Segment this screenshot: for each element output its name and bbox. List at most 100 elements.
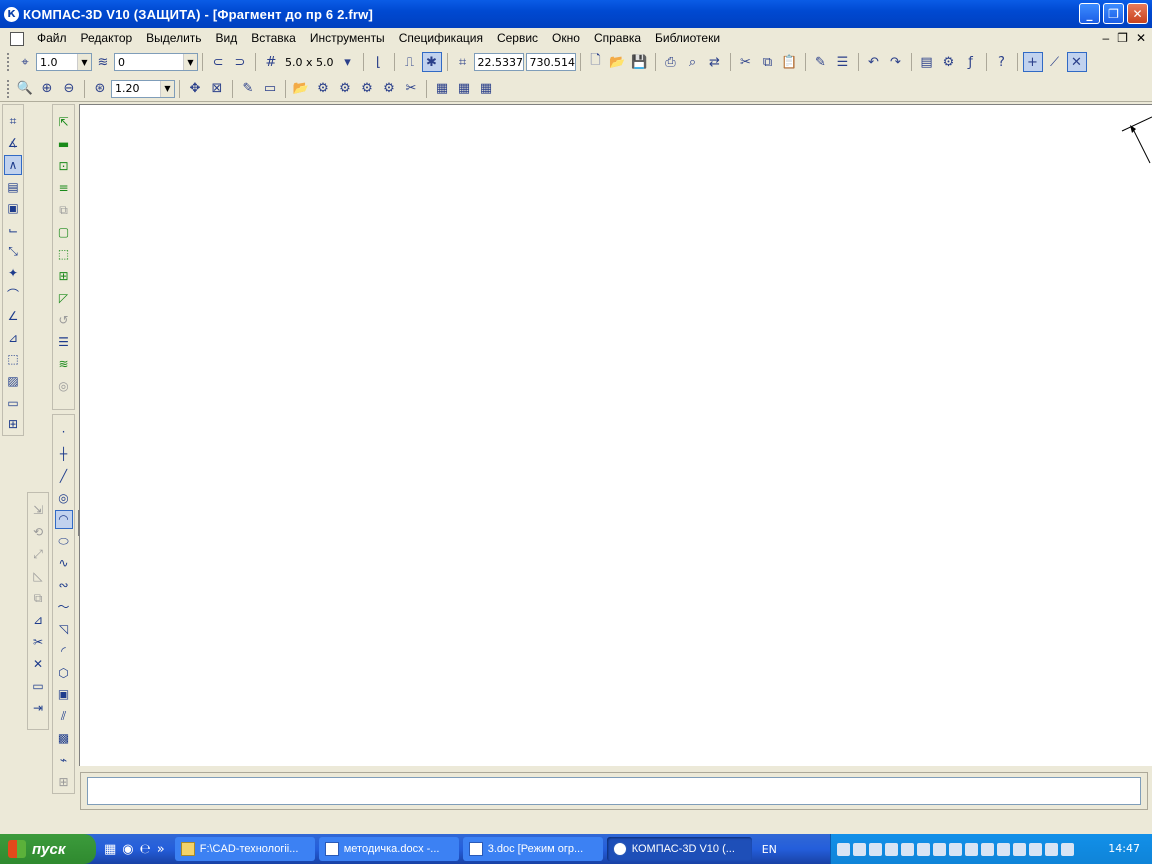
stamp-2-icon[interactable]: ▦: [454, 79, 474, 99]
measure-points-icon[interactable]: ✦: [4, 263, 22, 283]
export-icon[interactable]: ⇄: [705, 52, 725, 72]
measure-distance-icon[interactable]: ⤡: [4, 242, 22, 262]
symmetry-icon[interactable]: ≡: [55, 178, 73, 198]
fillet-icon[interactable]: ↺: [55, 310, 73, 330]
redo-icon[interactable]: ↷: [886, 52, 906, 72]
menu-view[interactable]: Вид: [209, 28, 245, 49]
menu-editor[interactable]: Редактор: [74, 28, 140, 49]
mirror-icon[interactable]: ◺: [29, 566, 47, 586]
hatch-lines-icon[interactable]: ⫽: [55, 706, 73, 726]
library-open-icon[interactable]: 📂: [291, 79, 311, 99]
tray-icon[interactable]: [917, 842, 930, 856]
aux-line-icon[interactable]: ┼: [55, 444, 73, 464]
snap-magnet-icon[interactable]: ⊂: [208, 52, 228, 72]
tools-icon[interactable]: ✂: [401, 79, 421, 99]
collect-contour-icon[interactable]: ⊞: [55, 772, 73, 792]
tray-icon[interactable]: [869, 842, 882, 856]
parametrize-panel-icon[interactable]: ▣: [4, 198, 22, 218]
coord-x-field[interactable]: 22.5337: [473, 53, 524, 71]
stamp-3-icon[interactable]: ▦: [476, 79, 496, 99]
layer-field[interactable]: 0 ▼: [114, 53, 198, 71]
nurbs-icon[interactable]: ∾: [55, 575, 73, 595]
measure-area-icon[interactable]: ⬚: [4, 350, 22, 370]
tray-icon[interactable]: [965, 842, 978, 856]
layers-icon[interactable]: ≋: [93, 52, 113, 72]
properties-icon[interactable]: ☰: [833, 52, 853, 72]
round-icon[interactable]: ⟋: [1045, 52, 1065, 72]
tray-icon[interactable]: [949, 842, 962, 856]
help-icon[interactable]: ?: [992, 52, 1012, 72]
deform-op-icon[interactable]: ⊿: [29, 610, 47, 630]
menu-libraries[interactable]: Библиотеки: [648, 28, 727, 49]
tray-icon[interactable]: [1013, 842, 1026, 856]
refresh-icon[interactable]: ✎: [238, 79, 258, 99]
mass-properties-icon[interactable]: ▨: [4, 371, 22, 391]
deform-icon[interactable]: ▢: [55, 222, 73, 242]
measure-curve-icon[interactable]: ⌒: [4, 285, 22, 305]
geometry-panel-icon[interactable]: ⌗: [4, 112, 22, 132]
menu-insert[interactable]: Вставка: [244, 28, 303, 49]
more-chevron-icon[interactable]: »: [157, 842, 165, 857]
local-cs-icon[interactable]: ⌊: [369, 52, 389, 72]
language-indicator[interactable]: EN: [762, 843, 777, 856]
chevron-down-icon[interactable]: ▾: [338, 52, 358, 72]
intersection-icon[interactable]: ✕: [1066, 52, 1087, 72]
menu-specification[interactable]: Спецификация: [392, 28, 490, 49]
library-tool-2-icon[interactable]: ⚙: [335, 79, 355, 99]
menu-file[interactable]: Файл: [30, 28, 74, 49]
tray-icon[interactable]: [853, 842, 866, 856]
zoom-in-icon[interactable]: ⊕: [37, 79, 57, 99]
task-word-1[interactable]: методичка.docx -...: [318, 837, 459, 861]
chamfer-icon[interactable]: ◹: [55, 619, 73, 639]
menu-help[interactable]: Справка: [587, 28, 648, 49]
scale-op-icon[interactable]: ⤢: [29, 544, 47, 564]
mdi-restore-icon[interactable]: ❐: [1117, 28, 1128, 49]
tray-icon[interactable]: [885, 842, 898, 856]
spline-icon[interactable]: ∿: [55, 553, 73, 573]
library-tool-1-icon[interactable]: ⚙: [313, 79, 333, 99]
quicklaunch-icon-1[interactable]: ▦: [104, 842, 116, 857]
chevron-down-icon[interactable]: ▼: [183, 54, 197, 70]
task-explorer[interactable]: F:\CAD-технологii...: [174, 837, 315, 861]
break-op-icon[interactable]: ✕: [29, 654, 47, 674]
task-kompas[interactable]: КОМПАС-3D V10 (...: [606, 837, 752, 861]
pan-icon[interactable]: ✥: [185, 79, 205, 99]
rotate-op-icon[interactable]: ⟲: [29, 522, 47, 542]
trim-op-icon[interactable]: ✂: [29, 632, 47, 652]
scale-icon[interactable]: ⊡: [55, 156, 73, 176]
measure-angle-icon[interactable]: ∠: [4, 306, 22, 326]
library-tool-4-icon[interactable]: ⚙: [379, 79, 399, 99]
document-icon[interactable]: [10, 31, 24, 46]
restore-button[interactable]: ❐: [1103, 3, 1124, 24]
toolbar-grip[interactable]: [7, 53, 11, 71]
contour-icon[interactable]: ⌁: [55, 750, 73, 770]
round-corner-icon[interactable]: ◜: [55, 641, 73, 661]
print-preview-icon[interactable]: ⌕: [683, 52, 703, 72]
measure-coords-icon[interactable]: ⌙: [4, 220, 22, 240]
trim-icon[interactable]: ⬚: [55, 244, 73, 264]
show-all-icon[interactable]: ⊠: [207, 79, 227, 99]
ortho-mode-icon[interactable]: ⎍: [400, 52, 420, 72]
menu-window[interactable]: Окно: [545, 28, 587, 49]
tray-icon[interactable]: [1045, 842, 1058, 856]
stretch-icon[interactable]: ◸: [55, 288, 73, 308]
open-folder-icon[interactable]: 📂: [608, 52, 628, 72]
save-icon[interactable]: 💾: [630, 52, 650, 72]
volume-icon[interactable]: [1061, 842, 1074, 856]
zoom-window-icon[interactable]: 🔍: [15, 79, 35, 99]
library-manager-icon[interactable]: ⚙: [939, 52, 959, 72]
bezier-icon[interactable]: 〜: [55, 597, 73, 617]
arc-icon[interactable]: ◠: [54, 509, 73, 530]
start-button[interactable]: пуск: [0, 834, 96, 864]
rotate-icon[interactable]: ▬: [55, 134, 73, 154]
undo-icon[interactable]: ↶: [864, 52, 884, 72]
tray-icon[interactable]: [901, 842, 914, 856]
copy-properties-icon[interactable]: ✎: [811, 52, 831, 72]
paste-icon[interactable]: 📋: [780, 52, 800, 72]
segment-icon[interactable]: ╱: [55, 466, 73, 486]
display-icon[interactable]: ▭: [260, 79, 280, 99]
tray-icon[interactable]: [981, 842, 994, 856]
new-document-icon[interactable]: 🗋: [586, 52, 606, 72]
tray-icon[interactable]: [933, 842, 946, 856]
text-edit-icon[interactable]: ☰: [55, 332, 73, 352]
